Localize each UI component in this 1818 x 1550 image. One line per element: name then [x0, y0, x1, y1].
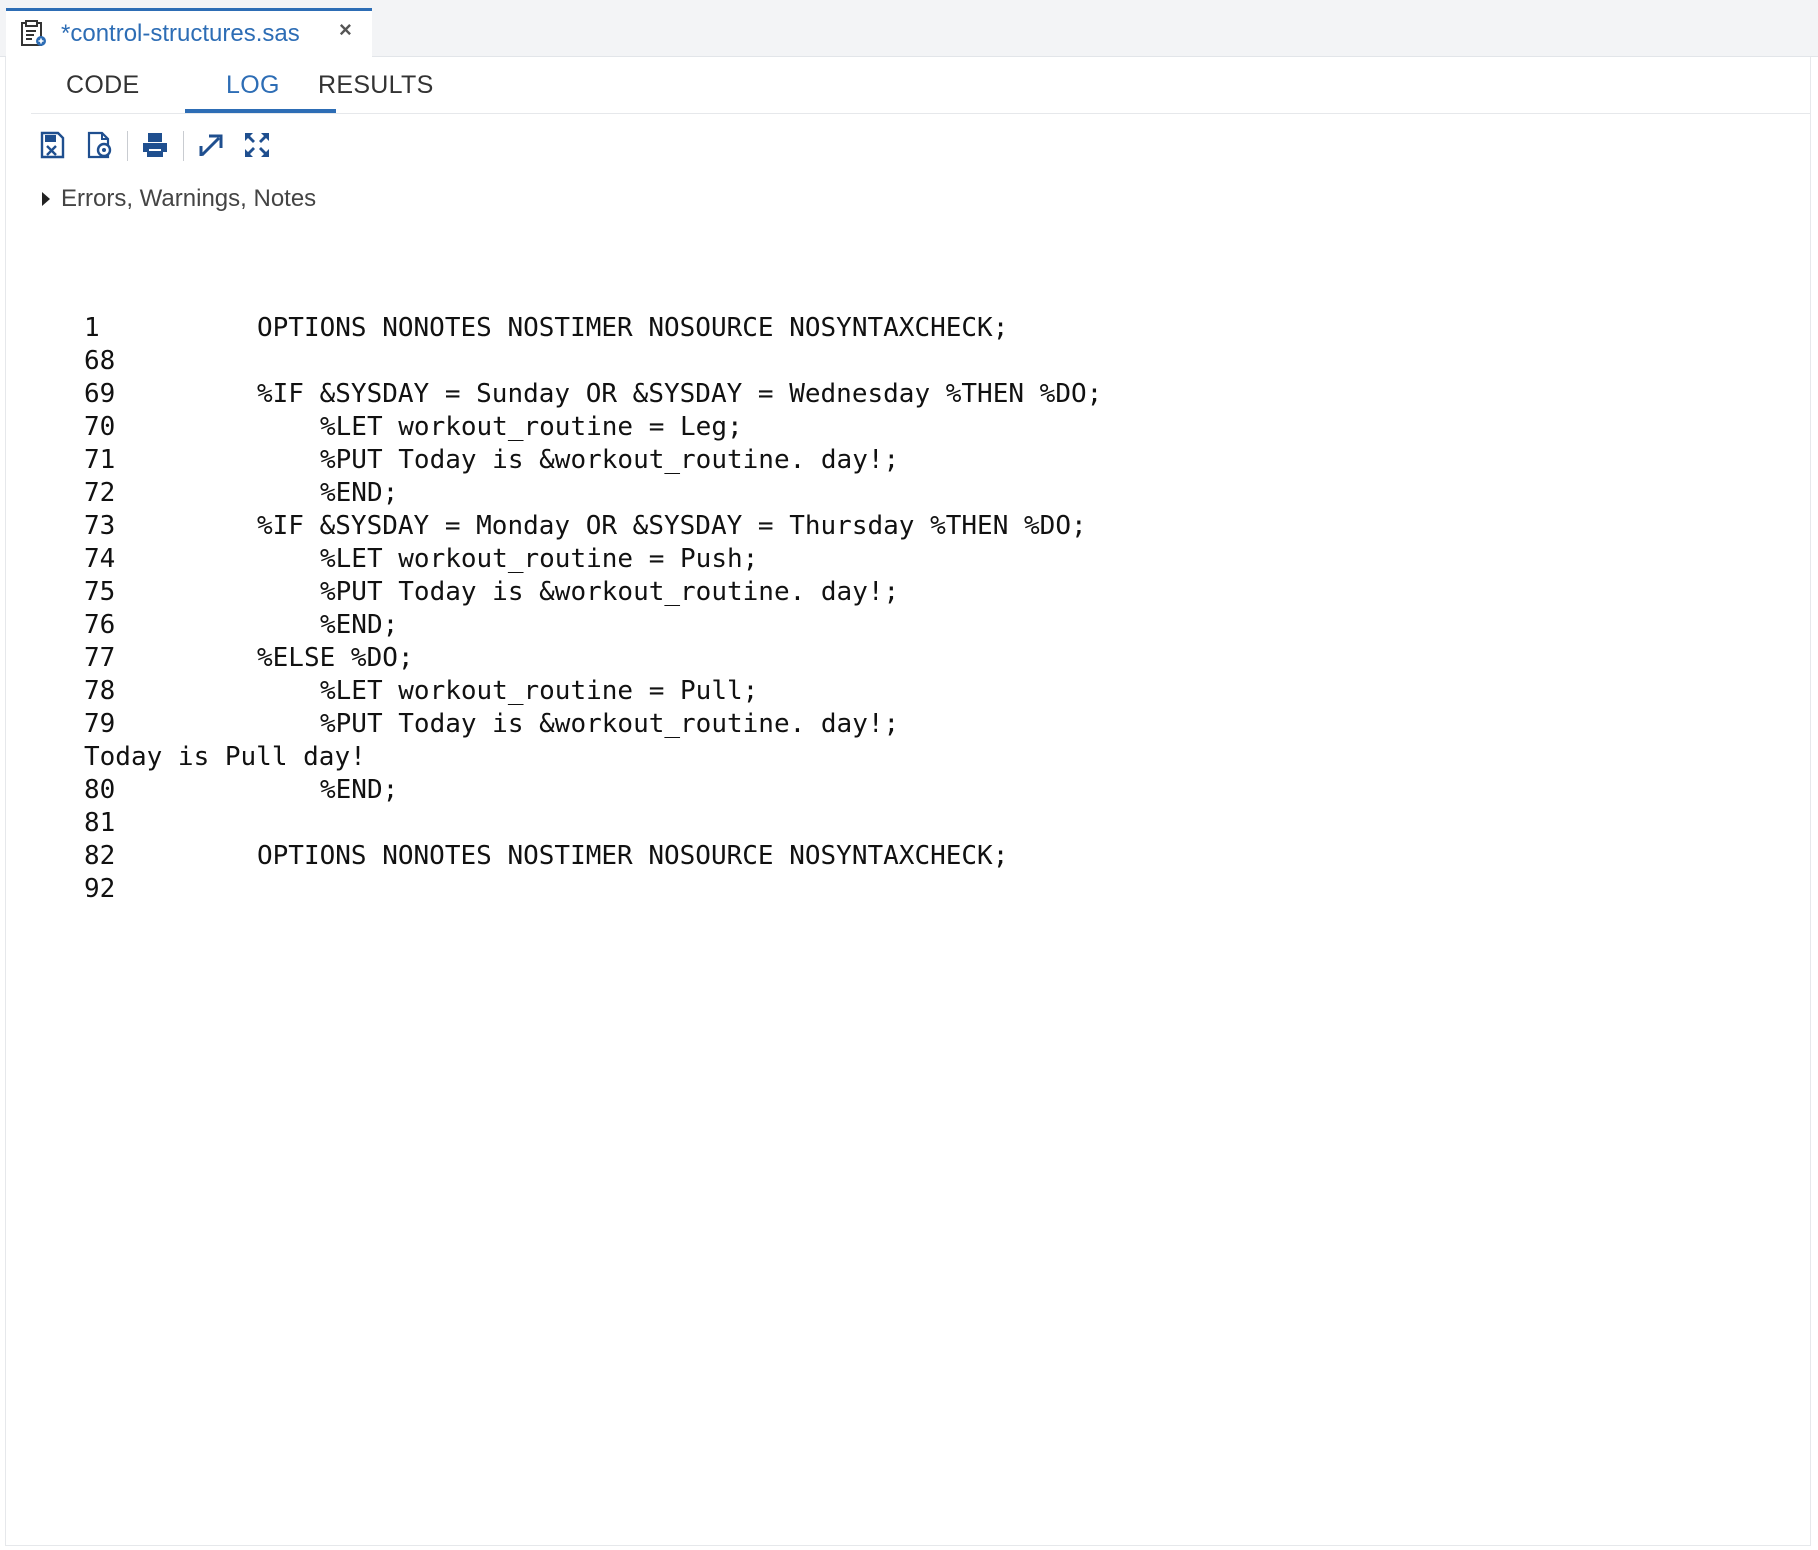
log-line-text: %END;	[320, 478, 399, 508]
save-log-button[interactable]	[36, 127, 70, 163]
log-line-text: %LET workout_routine = Push;	[320, 544, 759, 574]
log-line-number: 75	[84, 577, 116, 607]
log-settings-icon	[87, 131, 112, 159]
sas-program-file-icon	[19, 19, 49, 49]
toolbar-separator	[127, 131, 128, 161]
popout-icon	[199, 134, 223, 157]
log-line-number: 92	[84, 874, 116, 904]
log-line-text: %ELSE %DO;	[257, 643, 414, 673]
document-tab[interactable]: *control-structures.sas ×	[6, 8, 372, 57]
tab-code[interactable]: CODE	[66, 71, 139, 100]
log-line-text: OPTIONS NONOTES NOSTIMER NOSOURCE NOSYNT…	[257, 841, 1009, 871]
log-line-number: 80	[84, 775, 116, 805]
popout-button[interactable]	[194, 127, 228, 163]
log-line-number: 76	[84, 610, 116, 640]
tab-results[interactable]: RESULTS	[318, 71, 434, 100]
log-line-number: 1	[84, 313, 100, 343]
maximize-icon	[245, 133, 269, 157]
close-tab-icon[interactable]: ×	[339, 17, 352, 43]
document-tab-title: *control-structures.sas	[61, 20, 300, 47]
log-line-text: %PUT Today is &workout_routine. day!;	[320, 445, 900, 475]
log-line-number: 78	[84, 676, 116, 706]
tab-log[interactable]: LOG	[226, 71, 280, 100]
toolbar-separator	[183, 131, 184, 161]
log-line-text: %PUT Today is &workout_routine. day!;	[320, 709, 900, 739]
view-tabs: CODE LOG RESULTS	[31, 57, 1811, 114]
maximize-button[interactable]	[240, 127, 274, 163]
document-tab-strip: *control-structures.sas ×	[0, 0, 1818, 57]
log-line-number: 68	[84, 346, 116, 376]
log-settings-button[interactable]	[83, 127, 117, 163]
log-line-number: 70	[84, 412, 116, 442]
errors-warnings-notes-label: Errors, Warnings, Notes	[61, 185, 317, 212]
log-line-text: %END;	[320, 610, 399, 640]
print-icon	[143, 133, 167, 157]
log-line-number: 74	[84, 544, 116, 574]
log-line-text: Today is Pull day!	[84, 742, 366, 772]
errors-warnings-notes-toggle[interactable]: Errors, Warnings, Notes	[42, 185, 316, 213]
log-line-number: 69	[84, 379, 116, 409]
log-line-text: %IF &SYSDAY = Sunday OR &SYSDAY = Wednes…	[257, 379, 1103, 409]
log-line-text: %LET workout_routine = Pull;	[320, 676, 759, 706]
print-button[interactable]	[138, 127, 172, 163]
log-line-text: %END;	[320, 775, 399, 805]
log-line-number: 81	[84, 808, 116, 838]
log-line-number: 73	[84, 511, 116, 541]
log-line-number: 71	[84, 445, 116, 475]
log-line-number: 79	[84, 709, 116, 739]
log-line-text: %PUT Today is &workout_routine. day!;	[320, 577, 900, 607]
expand-caret-icon	[42, 192, 50, 206]
save-log-icon	[40, 131, 65, 159]
log-line-text: %IF &SYSDAY = Monday OR &SYSDAY = Thursd…	[257, 511, 1087, 541]
log-line-number: 77	[84, 643, 116, 673]
editor-panel: CODE LOG RESULTS Errors, Warnings, Notes	[5, 57, 1811, 1546]
active-tab-indicator	[185, 109, 336, 113]
log-line-number: 72	[84, 478, 116, 508]
log-line-number: 82	[84, 841, 116, 871]
log-line-text: OPTIONS NONOTES NOSTIMER NOSOURCE NOSYNT…	[257, 313, 1009, 343]
log-line-text: %LET workout_routine = Leg;	[320, 412, 743, 442]
